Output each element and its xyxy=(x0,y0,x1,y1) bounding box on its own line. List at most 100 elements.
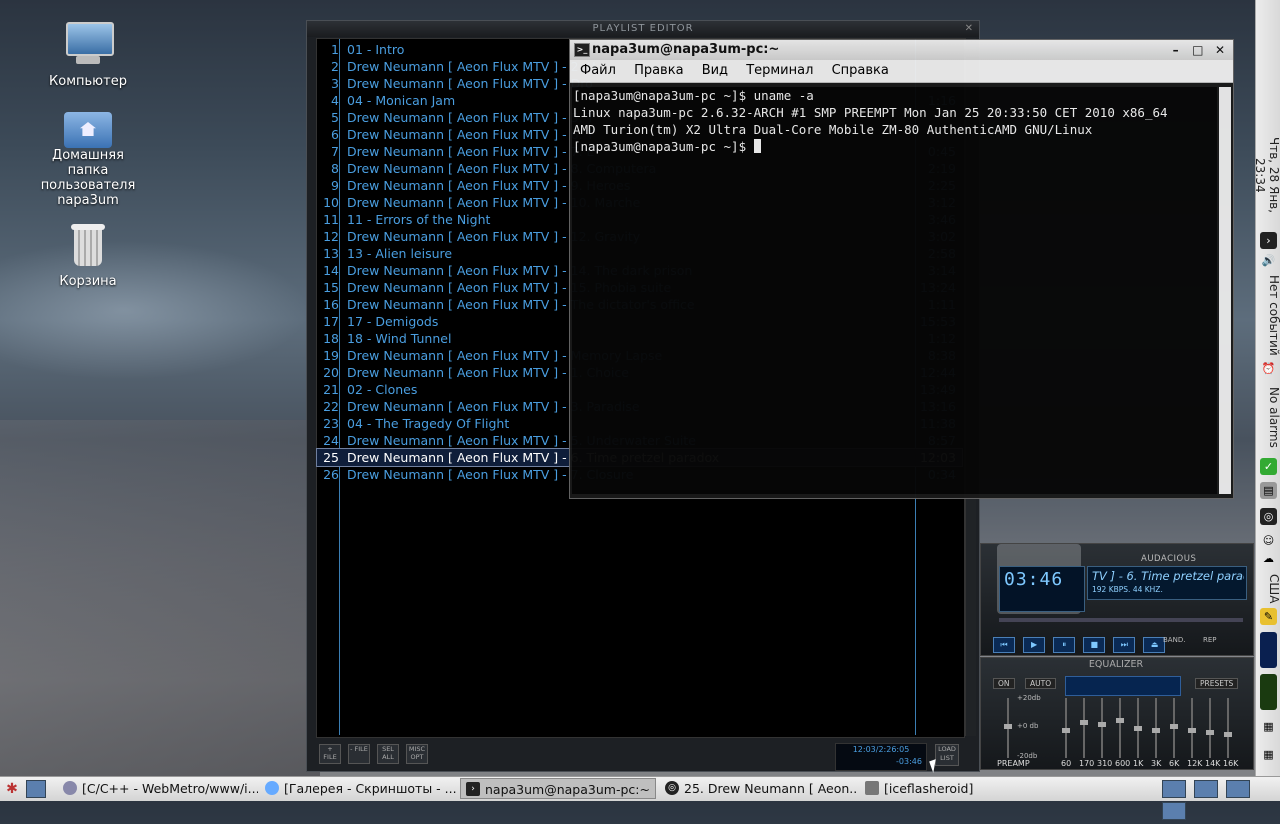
start-menu-icon[interactable]: ✱ xyxy=(2,779,22,799)
task-button-audacious[interactable]: ◎ 25. Drew Neumann [ Aeon... xyxy=(660,778,856,799)
workspace-1[interactable] xyxy=(1162,780,1186,798)
preamp-slider[interactable] xyxy=(1004,698,1012,758)
task-button-iceflasheroid[interactable]: [iceflasheroid] xyxy=(860,778,1040,799)
workspace-2[interactable] xyxy=(1194,780,1219,798)
desktop-icon-trash[interactable]: Корзина xyxy=(33,222,143,289)
player-name: AUDACIOUS xyxy=(1141,554,1197,564)
track-name: 02 - Clones xyxy=(347,382,418,397)
play-icon[interactable]: ▶ xyxy=(1023,637,1046,653)
keyboard-layout[interactable]: США xyxy=(1256,572,1280,606)
notes-icon[interactable]: ✎ xyxy=(1260,608,1277,625)
seek-bar[interactable] xyxy=(999,618,1243,622)
eq-auto-button[interactable]: AUTO xyxy=(1025,678,1057,689)
workspace-3[interactable] xyxy=(1226,780,1251,798)
misc-options-button[interactable]: MISC OPT xyxy=(406,744,428,764)
eq-band-slider[interactable] xyxy=(1170,698,1178,758)
eq-band-knob[interactable] xyxy=(1152,728,1160,733)
network-monitor-icon[interactable] xyxy=(1260,674,1277,710)
task-button-webmetro[interactable]: [C/C++ - WebMetro/www/i... xyxy=(58,778,258,799)
task-button-gallery[interactable]: [Галерея - Скриншоты - ... xyxy=(260,778,458,799)
eq-band-knob[interactable] xyxy=(1116,718,1124,723)
playlist-remaining-time: -03:46 xyxy=(896,757,922,766)
playlist-bottom-bar: + FILE - FILE SEL ALL MISC OPT 12:03/2:2… xyxy=(307,739,979,771)
eq-band-knob[interactable] xyxy=(1206,730,1214,735)
track-number: 5 xyxy=(331,110,339,125)
eq-band-slider[interactable] xyxy=(1062,698,1070,758)
task-label: [Галерея - Скриншоты - ... xyxy=(284,781,457,796)
pause-icon[interactable]: ⏸ xyxy=(1053,637,1076,653)
eq-presets-button[interactable]: PRESETS xyxy=(1195,678,1239,689)
eq-band-knob[interactable] xyxy=(1188,728,1196,733)
terminal-output[interactable]: [napa3um@napa3um-pc ~]$ uname -a Linux n… xyxy=(572,87,1217,494)
events-label[interactable]: Нет событий xyxy=(1256,274,1280,356)
task-label: napa3um@napa3um-pc:~ xyxy=(485,782,650,797)
add-file-button[interactable]: + FILE xyxy=(319,744,341,764)
hardware-icon[interactable]: ▦ xyxy=(1260,718,1277,735)
menu-terminal[interactable]: Терминал xyxy=(746,63,813,78)
hardware-icon[interactable]: ▦ xyxy=(1260,746,1277,763)
close-button[interactable]: ✕ xyxy=(1211,40,1229,60)
terminal-line: [napa3um@napa3um-pc ~]$ uname -a xyxy=(573,88,814,103)
eq-band-slider[interactable] xyxy=(1188,698,1196,758)
next-icon[interactable]: ⏭ xyxy=(1113,637,1136,653)
desktop-icon-computer[interactable]: Компьютер xyxy=(33,22,143,89)
eq-on-button[interactable]: ON xyxy=(993,678,1015,689)
previous-icon[interactable]: ⏮ xyxy=(993,637,1015,653)
eq-band-slider[interactable] xyxy=(1098,698,1106,758)
equalizer-window: EQUALIZER ON AUTO PRESETS +20db +0 db -2… xyxy=(980,657,1254,770)
terminal-titlebar[interactable]: >_ napa3um@napa3um-pc:~ – □ ✕ xyxy=(570,40,1233,60)
select-all-button[interactable]: SEL ALL xyxy=(377,744,399,764)
eq-band-knob[interactable] xyxy=(1098,722,1106,727)
eq-band-knob[interactable] xyxy=(1080,720,1088,725)
eq-band-knob[interactable] xyxy=(1170,724,1178,729)
workspace-4[interactable] xyxy=(1162,802,1186,820)
cpu-monitor-icon[interactable] xyxy=(1260,632,1277,668)
terminal-scrollbar[interactable] xyxy=(1219,87,1231,494)
eq-band-slider[interactable] xyxy=(1134,698,1142,758)
track-number: 16 xyxy=(323,297,339,312)
checkmark-icon[interactable]: ✓ xyxy=(1260,458,1277,475)
terminal-window: >_ napa3um@napa3um-pc:~ – □ ✕ Файл Правк… xyxy=(569,39,1234,499)
eq-band-slider[interactable] xyxy=(1080,698,1088,758)
printer-icon[interactable]: ▤ xyxy=(1260,482,1277,499)
audacious-tray-icon[interactable]: ◎ xyxy=(1260,508,1277,525)
terminal-line: Linux napa3um-pc 2.6.32-ARCH #1 SMP PREE… xyxy=(573,105,1168,120)
track-name: Drew Neumann [ Aeon Flux MTV ] - 6. T xyxy=(347,127,595,142)
desktop-icon-label: Компьютер xyxy=(49,74,127,89)
remove-file-button[interactable]: - FILE xyxy=(348,744,370,764)
eq-band-knob[interactable] xyxy=(1224,732,1232,737)
eq-band-slider[interactable] xyxy=(1206,698,1214,758)
task-button-terminal[interactable]: › napa3um@napa3um-pc:~ xyxy=(460,778,656,799)
stop-icon[interactable]: ■ xyxy=(1083,637,1106,653)
volume-icon[interactable]: 🔊 xyxy=(1260,252,1277,269)
minimize-button[interactable]: – xyxy=(1167,40,1185,60)
maximize-button[interactable]: □ xyxy=(1189,40,1207,60)
chat-icon[interactable]: ☁ xyxy=(1260,550,1277,567)
close-icon[interactable]: ✕ xyxy=(965,23,973,34)
eq-band-slider[interactable] xyxy=(1152,698,1160,758)
eq-band-slider[interactable] xyxy=(1116,698,1124,758)
track-number: 13 xyxy=(323,246,339,261)
menu-help[interactable]: Справка xyxy=(832,63,889,78)
menu-file[interactable]: Файл xyxy=(580,63,616,78)
eq-band-knob[interactable] xyxy=(1134,726,1142,731)
eq-band-label: 60 xyxy=(1061,759,1072,768)
desktop-icon-home-folder[interactable]: Домашняя папка пользователя napa3um xyxy=(33,106,143,208)
repeat-button[interactable]: REP xyxy=(1203,636,1217,644)
ide-icon xyxy=(63,781,77,795)
clock[interactable]: Чтв, 28 Янв, 23:34 xyxy=(1253,120,1280,230)
track-name: 04 - The Tragedy Of Flight xyxy=(347,416,510,431)
terminal-launcher-icon[interactable]: › xyxy=(1260,232,1277,249)
band-button[interactable]: BAND. xyxy=(1163,636,1185,644)
menu-edit[interactable]: Правка xyxy=(634,63,683,78)
alarms-label[interactable]: No alarms xyxy=(1256,384,1280,450)
eq-band-slider[interactable] xyxy=(1224,698,1232,758)
show-desktop-icon[interactable] xyxy=(26,780,46,798)
load-list-button[interactable]: LOAD LIST xyxy=(935,744,959,766)
workspace-switcher[interactable] xyxy=(1162,780,1272,820)
song-title: TV ] - 6. Time pretzel paradox xyxy=(1092,569,1244,583)
menu-view[interactable]: Вид xyxy=(702,63,728,78)
eq-band-knob[interactable] xyxy=(1062,728,1070,733)
alarm-clock-icon[interactable]: ⏰ xyxy=(1260,360,1277,377)
smiley-icon[interactable]: ☺ xyxy=(1260,532,1277,549)
